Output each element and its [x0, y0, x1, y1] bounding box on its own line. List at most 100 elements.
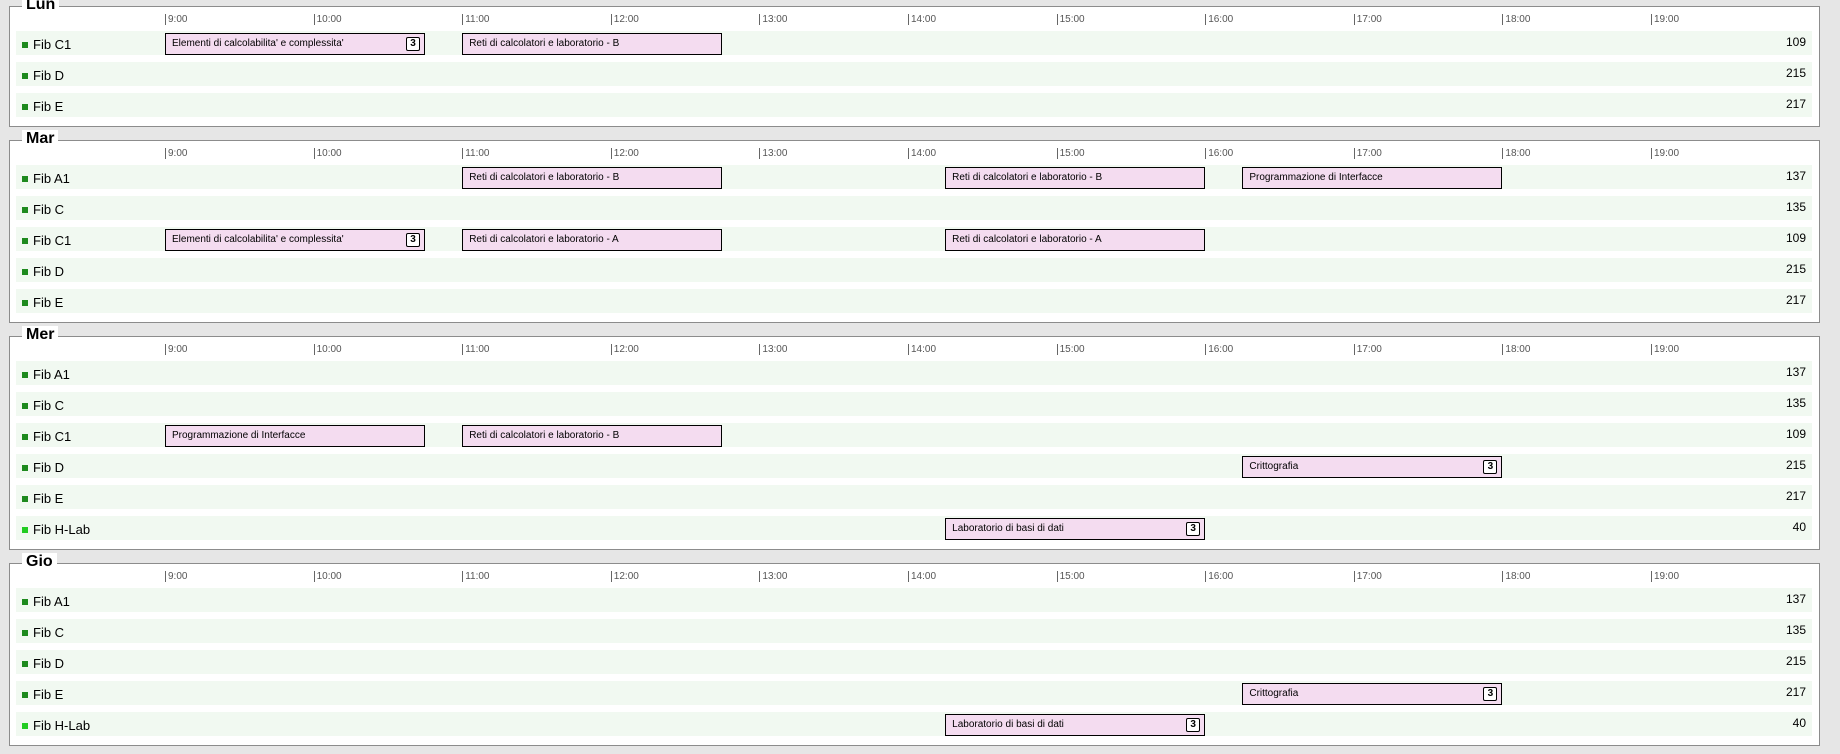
hour-scale: 9:00 10:00 11:00 12:00 13:00 14:00 15:00 16:00 1…: [10, 14, 1819, 26]
room-status-icon: [22, 300, 28, 306]
room-name: Fib D: [33, 460, 65, 475]
lesson-title: Laboratorio di basi di dati: [952, 719, 1064, 730]
lesson-block[interactable]: Programmazione di Interfacce: [1242, 167, 1503, 189]
lesson-block[interactable]: Reti di calcolatori e laboratorio - A: [462, 229, 723, 251]
lesson-title: Crittografia: [1249, 688, 1299, 699]
hour-tick: 12:00: [610, 148, 639, 159]
lesson-block[interactable]: Reti di calcolatori e laboratorio - B: [462, 33, 723, 55]
room-row: Fib D 215: [16, 258, 1812, 284]
room-status-icon: [22, 496, 28, 502]
room-row: Fib C 135: [16, 619, 1812, 645]
room-capacity: 217: [1785, 97, 1806, 111]
lesson-block[interactable]: Programmazione di Interfacce: [165, 425, 426, 447]
lesson-title: Reti di calcolatori e laboratorio - B: [469, 430, 620, 441]
room-name: Fib A1: [33, 367, 70, 382]
lesson-title: Reti di calcolatori e laboratorio - A: [469, 234, 619, 245]
room-row: Fib C1 109 Elementi di calcolabilita' e co…: [16, 227, 1812, 253]
hour-tick: 14:00: [908, 571, 936, 582]
room-capacity: 215: [1785, 262, 1806, 276]
room-name: Fib H-Lab: [33, 718, 91, 733]
room-capacity: 40: [1792, 520, 1806, 534]
room-status-icon: [22, 599, 28, 605]
hour-tick: 12:00: [610, 14, 639, 25]
room-capacity: 215: [1785, 66, 1806, 80]
room-row: Fib C 135: [16, 392, 1812, 418]
hour-tick: 18:00: [1502, 344, 1530, 355]
room-capacity: 109: [1785, 35, 1806, 49]
lesson-count-badge: 3: [1186, 522, 1201, 536]
lesson-block[interactable]: Reti di calcolatori e laboratorio - B: [462, 167, 723, 189]
room-status-icon: [22, 527, 28, 533]
lesson-block[interactable]: Elementi di calcolabilita' e complessita…: [165, 33, 426, 55]
lesson-block[interactable]: Reti di calcolatori e laboratorio - B: [462, 425, 723, 447]
hour-tick: 17:00: [1353, 14, 1382, 25]
day-section-gio: Gio 9:00 10:00 11:00 12:00 13:00 14:00 15:00 16:…: [9, 553, 1820, 746]
hour-tick: 11:00: [462, 571, 489, 582]
hour-tick: 12:00: [610, 344, 639, 355]
hour-tick: 14:00: [908, 148, 936, 159]
lesson-title: Reti di calcolatori e laboratorio - B: [952, 172, 1103, 183]
hour-tick: 10:00: [313, 571, 342, 582]
hour-tick: 17:00: [1353, 148, 1382, 159]
lesson-block[interactable]: Reti di calcolatori e laboratorio - A: [945, 229, 1206, 251]
room-name: Fib E: [33, 491, 64, 506]
hour-scale: 9:00 10:00 11:00 12:00 13:00 14:00 15:00 16:00 1…: [10, 571, 1819, 583]
room-status-icon: [22, 104, 28, 110]
room-row: Fib A1 137 Reti di calcolatori e laborator…: [16, 165, 1812, 191]
lesson-title: Programmazione di Interfacce: [172, 430, 306, 441]
hour-tick: 16:00: [1205, 571, 1233, 582]
room-capacity: 109: [1785, 231, 1806, 245]
room-capacity: 135: [1785, 396, 1806, 410]
lesson-block[interactable]: Laboratorio di basi di dati 3: [945, 518, 1206, 540]
room-status-icon: [22, 176, 28, 182]
hour-tick: 11:00: [462, 14, 489, 25]
room-name: Fib C: [33, 398, 65, 413]
hour-tick: 19:00: [1651, 148, 1679, 159]
lesson-block[interactable]: Elementi di calcolabilita' e complessita…: [165, 229, 426, 251]
hour-tick: 15:00: [1056, 344, 1085, 355]
hour-tick: 11:00: [462, 148, 489, 159]
room-capacity: 135: [1785, 623, 1806, 637]
hour-tick: 9:00: [165, 344, 187, 355]
hour-tick: 13:00: [759, 148, 787, 159]
room-capacity: 217: [1785, 489, 1806, 503]
room-capacity: 217: [1785, 293, 1806, 307]
lesson-block[interactable]: Laboratorio di basi di dati 3: [945, 714, 1206, 736]
lesson-block[interactable]: Crittografia 3: [1242, 683, 1503, 705]
room-row: Fib A1 137: [16, 361, 1812, 387]
hour-tick: 10:00: [313, 14, 342, 25]
room-status-icon: [22, 269, 28, 275]
hour-tick: 12:00: [610, 571, 639, 582]
room-name: Fib C: [33, 202, 65, 217]
room-row: Fib A1 137: [16, 588, 1812, 614]
hour-tick: 13:00: [759, 14, 787, 25]
hour-tick: 18:00: [1502, 14, 1530, 25]
room-name: Fib C1: [33, 37, 72, 52]
hour-tick: 19:00: [1651, 14, 1679, 25]
day-section-mar: Mar 9:00 10:00 11:00 12:00 13:00 14:00 15:00 16:…: [9, 130, 1820, 323]
hour-tick: 15:00: [1056, 14, 1085, 25]
hour-tick: 17:00: [1353, 571, 1382, 582]
lesson-block[interactable]: Crittografia 3: [1242, 456, 1503, 478]
hour-tick: 14:00: [908, 344, 936, 355]
room-name: Fib C: [33, 625, 65, 640]
room-row: Fib H-Lab 40 Laboratorio di basi di dati 3: [16, 516, 1812, 542]
room-name: Fib D: [33, 656, 65, 671]
room-status-icon: [22, 465, 28, 471]
room-name: Fib E: [33, 99, 64, 114]
lesson-title: Reti di calcolatori e laboratorio - B: [469, 38, 620, 49]
lesson-block[interactable]: Reti di calcolatori e laboratorio - B: [945, 167, 1206, 189]
room-status-icon: [22, 630, 28, 636]
room-capacity: 217: [1785, 685, 1806, 699]
room-status-icon: [22, 42, 28, 48]
room-name: Fib E: [33, 295, 64, 310]
room-row: Fib C1 109 Programmazione di Interfacce Ret…: [16, 423, 1812, 449]
room-capacity: 137: [1785, 592, 1806, 606]
hour-tick: 16:00: [1205, 148, 1233, 159]
room-row: Fib D 215: [16, 62, 1812, 88]
lesson-count-badge: 3: [406, 233, 421, 247]
room-status-icon: [22, 661, 28, 667]
room-row: Fib D 215 Crittografia 3: [16, 454, 1812, 480]
hour-tick: 16:00: [1205, 14, 1233, 25]
hour-tick: 10:00: [313, 344, 342, 355]
